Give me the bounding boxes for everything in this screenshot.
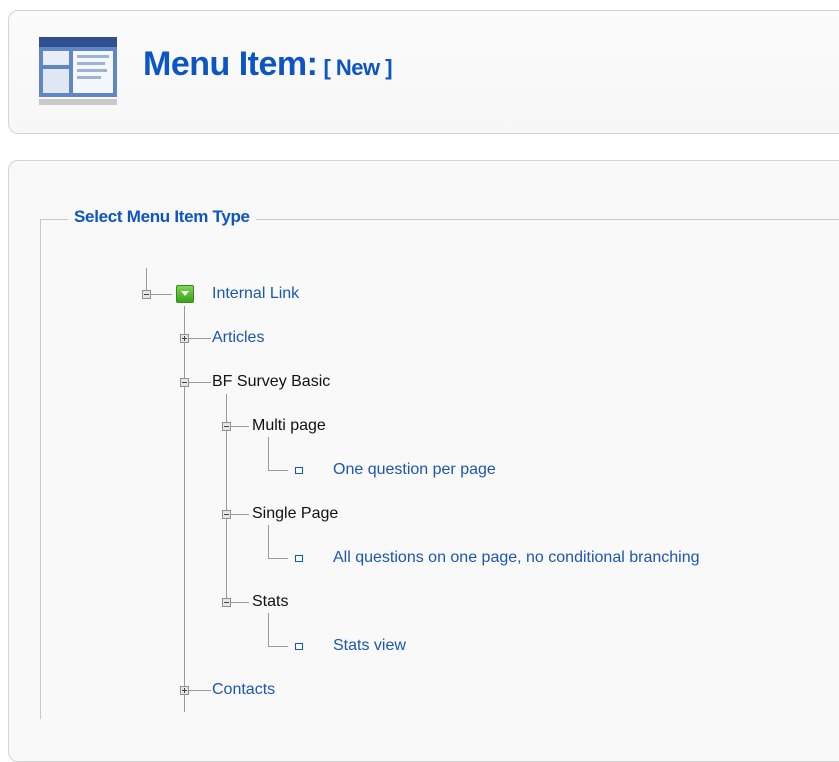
leaf-node-icon (295, 643, 303, 650)
page-header (8, 10, 839, 134)
collapse-toggle-icon[interactable] (222, 510, 231, 519)
page-subtitle: [ New ] (323, 55, 393, 80)
fieldset-border-left (40, 219, 41, 719)
tree-line (268, 558, 288, 559)
tree-node-stats[interactable]: Stats (252, 592, 288, 612)
tree-line (231, 602, 249, 603)
tree-leaf-all-questions-one-page[interactable]: All questions on one page, no conditiona… (333, 548, 700, 568)
collapse-toggle-icon[interactable] (142, 290, 151, 299)
leaf-node-icon (295, 555, 303, 562)
page-title: Menu Item:[ New ] (143, 45, 393, 83)
fieldset-legend: Select Menu Item Type (68, 207, 256, 227)
tree-node-articles[interactable]: Articles (212, 328, 264, 348)
expand-toggle-icon[interactable] (180, 686, 189, 695)
tree-leaf-one-question-per-page[interactable]: One question per page (333, 460, 496, 480)
expand-toggle-icon[interactable] (180, 334, 189, 343)
tree-line (268, 437, 269, 470)
tree-line (150, 294, 172, 295)
tree-leaf-stats-view[interactable]: Stats view (333, 636, 406, 656)
tree-line (184, 306, 185, 712)
tree-line (268, 613, 269, 646)
tree-line (268, 525, 269, 558)
tree-node-internal-link[interactable]: Internal Link (212, 284, 299, 304)
tree-line (189, 338, 211, 339)
tree-line (189, 690, 211, 691)
collapse-toggle-icon[interactable] (180, 378, 189, 387)
tree-line (231, 514, 249, 515)
tree-line (268, 646, 288, 647)
menu-item-icon (39, 37, 117, 105)
green-dropdown-icon (176, 285, 194, 303)
tree-node-multi-page[interactable]: Multi page (252, 416, 326, 436)
tree-line (268, 470, 288, 471)
collapse-toggle-icon[interactable] (222, 598, 231, 607)
tree-node-bf-survey-basic[interactable]: BF Survey Basic (212, 372, 330, 392)
tree-node-contacts[interactable]: Contacts (212, 680, 275, 700)
tree-line (231, 426, 249, 427)
collapse-toggle-icon[interactable] (222, 422, 231, 431)
tree-line (189, 382, 211, 383)
tree-node-single-page[interactable]: Single Page (252, 504, 338, 524)
leaf-node-icon (295, 467, 303, 474)
